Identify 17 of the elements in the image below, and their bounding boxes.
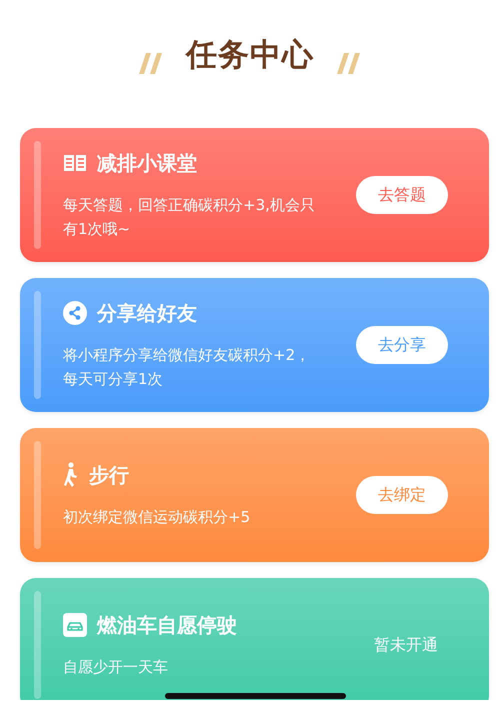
task-button[interactable]: 去绑定	[356, 476, 448, 514]
task-button[interactable]: 去分享	[356, 326, 448, 364]
task-description: 每天答题，回答正确碳积分+3,机会只有1次哦~	[63, 194, 315, 240]
task-title: 燃油车自愿停驶	[97, 612, 237, 638]
share-icon	[63, 301, 87, 325]
walking-person-icon	[63, 462, 79, 488]
book-icon	[63, 153, 87, 173]
task-button[interactable]: 去答题	[356, 176, 448, 214]
task-description: 将小程序分享给微信好友碳积分+2，每天可分享1次	[63, 344, 312, 390]
page-title: 任务中心	[186, 36, 314, 75]
car-icon	[63, 613, 87, 637]
status-label: 暂未开通	[374, 634, 438, 656]
task-description: 自愿少开一天车	[63, 656, 169, 678]
task-title: 分享给好友	[97, 300, 197, 326]
task-description: 初次绑定微信运动碳积分+5	[63, 506, 252, 528]
task-title: 步行	[89, 462, 129, 488]
task-title: 减排小课堂	[97, 150, 197, 176]
